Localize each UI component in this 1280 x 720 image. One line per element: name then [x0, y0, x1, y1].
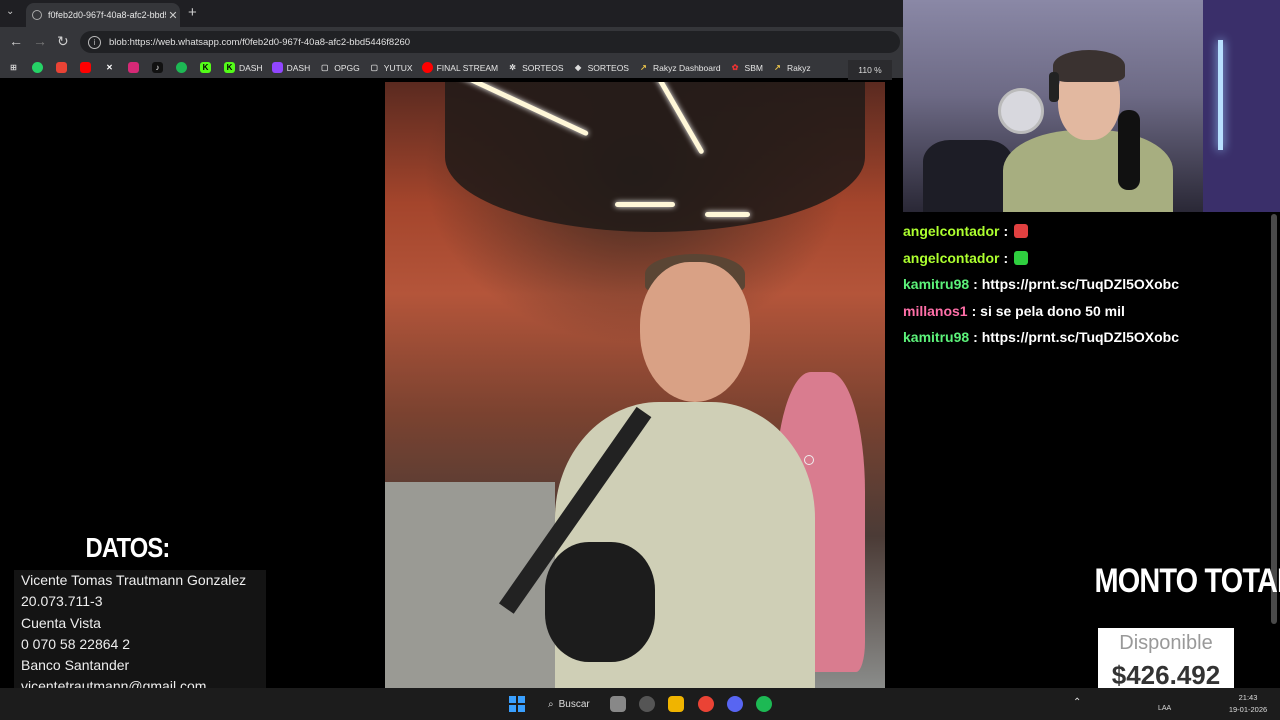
- webcam-streamer-shirt: [1003, 130, 1173, 212]
- url-text: blob:https://web.whatsapp.com/f0feb2d0-9…: [109, 36, 411, 48]
- task-view-icon[interactable]: [610, 696, 626, 712]
- tab-title: f0feb2d0-967f-40a8-afc2-bbd5: [48, 10, 166, 20]
- back-arrow-icon[interactable]: ←: [9, 33, 23, 49]
- discord-icon[interactable]: [727, 696, 743, 712]
- search-label: Buscar: [558, 698, 590, 710]
- bookmark-final-stream[interactable]: FINAL STREAM: [421, 62, 498, 73]
- chat-text: https://prnt.sc/TuqDZl5OXobc: [981, 276, 1180, 293]
- chat-separator: :: [1003, 249, 1009, 266]
- webcam-headset: [1049, 72, 1059, 102]
- webcam-microphone: [1118, 110, 1140, 190]
- obs-icon[interactable]: [639, 696, 655, 712]
- zoom-indicator: 110 %: [848, 60, 892, 80]
- chat-username: millanos1: [903, 302, 968, 319]
- bookmark-rakyz-dashboard[interactable]: ↗ Rakyz Dashboard: [638, 62, 720, 73]
- datos-title: DATOS:: [85, 532, 171, 563]
- datos-account-type: Cuenta Vista: [21, 614, 101, 631]
- bookmark-rakyz[interactable]: ↗ Rakyz: [772, 62, 810, 73]
- chat-username: kamitru98: [903, 329, 970, 346]
- photo-light-strip: [705, 212, 750, 217]
- spotify-icon[interactable]: [176, 62, 191, 73]
- datos-panel: Vicente Tomas Trautmann Gonzalez 20.073.…: [14, 570, 266, 694]
- chat-separator: :: [973, 329, 978, 346]
- chat-message: kamitru98 : https://prnt.sc/TuqDZl5OXobc: [903, 271, 1275, 298]
- chrome-icon[interactable]: [698, 696, 714, 712]
- tray-chevron-up-icon[interactable]: ⌃: [1073, 697, 1081, 708]
- chat-message: kamitru98 : https://prnt.sc/TuqDZl5OXobc: [903, 324, 1275, 351]
- tray-clock[interactable]: 21:43 19-01-2026: [1228, 692, 1268, 716]
- datos-account-number: 0 070 58 22864 2: [21, 635, 130, 652]
- browser-tab[interactable]: f0feb2d0-967f-40a8-afc2-bbd5 ✕: [26, 3, 180, 27]
- bookmark-sorteos-2[interactable]: ◆ SORTEOS: [573, 62, 629, 73]
- chat-message: angelcontador :: [903, 245, 1275, 272]
- close-tab-icon[interactable]: ✕: [166, 9, 180, 22]
- site-info-icon[interactable]: i: [88, 35, 101, 49]
- webcam-wall: [1203, 0, 1280, 212]
- webcam-streamer-hair: [1053, 50, 1125, 82]
- chat-separator: :: [1003, 223, 1009, 240]
- bookmark-sbm[interactable]: ✿ SBM: [730, 62, 763, 73]
- webcam-feed: [903, 0, 1280, 212]
- zoom-cursor-icon: [804, 455, 814, 465]
- chat-username: angelcontador: [903, 223, 1000, 240]
- address-bar[interactable]: i blob:https://web.whatsapp.com/f0feb2d0…: [80, 31, 900, 53]
- photo-light-strip: [615, 202, 675, 207]
- apps-grid-icon[interactable]: ⊞: [8, 62, 23, 73]
- bookmark-yutux[interactable]: ▢ YUTUX: [368, 62, 413, 73]
- tiktok-icon[interactable]: ♪: [152, 62, 167, 73]
- x-icon[interactable]: ✕: [104, 62, 119, 73]
- chat-text: si se pela dono 50 mil: [980, 302, 1125, 319]
- bookmark-sorteos-1[interactable]: ✲ SORTEOS: [507, 62, 563, 73]
- chat-text: https://prnt.sc/TuqDZl5OXobc: [981, 329, 1180, 346]
- whatsapp-image-viewer[interactable]: [385, 82, 885, 688]
- photo-person-head: [640, 262, 750, 402]
- chat-message: millanos1 : si se pela dono 50 mil: [903, 298, 1275, 325]
- chat-separator: :: [971, 302, 977, 319]
- youtube-icon[interactable]: [80, 62, 95, 73]
- spotify-taskbar-icon[interactable]: [756, 696, 772, 712]
- search-icon: ⌕: [548, 698, 554, 710]
- chat-overlay: angelcontador : angelcontador : kamitru9…: [903, 218, 1275, 351]
- photo-bag: [545, 542, 655, 662]
- chat-message: angelcontador :: [903, 218, 1275, 245]
- whatsapp-icon[interactable]: [32, 62, 47, 73]
- chat-username: kamitru98: [903, 276, 970, 293]
- angry-emote-icon: [1014, 224, 1029, 239]
- monto-title: MONTO TOTAL:: [1094, 562, 1280, 600]
- bookmark-dash-twitch[interactable]: DASH: [271, 62, 310, 73]
- globe-icon: [32, 10, 42, 20]
- reload-icon[interactable]: ↻: [57, 33, 69, 50]
- photo-ceiling: [445, 82, 865, 232]
- green-emote-icon: [1014, 250, 1029, 265]
- tab-search-icon[interactable]: ⌄: [6, 6, 14, 17]
- tray-time: 21:43: [1238, 693, 1258, 702]
- datos-name: Vicente Tomas Trautmann Gonzalez: [21, 572, 247, 588]
- chat-username: angelcontador: [903, 249, 1000, 266]
- bookmark-dash-kick[interactable]: K DASH: [224, 62, 263, 73]
- file-explorer-icon[interactable]: [668, 696, 684, 712]
- gmail-icon[interactable]: [56, 62, 71, 73]
- monto-label: Disponible: [1119, 632, 1213, 654]
- bookmark-opgg[interactable]: ▢ OPGG: [319, 62, 360, 73]
- windows-start-icon[interactable]: [509, 696, 525, 712]
- tray-date: 19-01-2026: [1228, 705, 1268, 714]
- instagram-icon[interactable]: [128, 62, 143, 73]
- datos-bank: Banco Santander: [21, 657, 130, 674]
- webcam-chair: [923, 140, 1013, 212]
- forward-arrow-icon[interactable]: →: [33, 33, 47, 49]
- bookmarks-bar: ⊞ ✕ ♪ K K DASH DASH ▢ OPGG ▢ YUTUX FINAL ST…: [0, 57, 903, 78]
- datos-rut: 20.073.711-3: [21, 593, 103, 610]
- taskbar-search[interactable]: ⌕ Buscar: [540, 693, 596, 715]
- new-tab-button[interactable]: +: [188, 4, 197, 21]
- webcam-neon-light: [1218, 40, 1223, 150]
- chat-separator: :: [973, 276, 978, 293]
- kick-icon[interactable]: K: [200, 62, 215, 73]
- tray-language[interactable]: LAA: [1158, 705, 1171, 712]
- webcam-fan: [998, 88, 1044, 134]
- monto-amount: $426.492: [1111, 660, 1221, 690]
